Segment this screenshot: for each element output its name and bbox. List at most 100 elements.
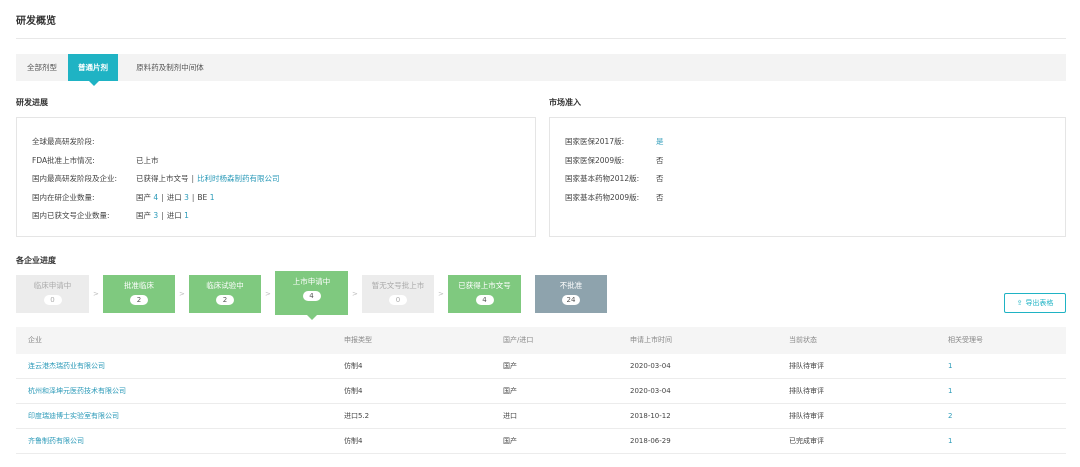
fda-value: 已上市 bbox=[136, 156, 159, 165]
apply-type: 仿制4 bbox=[344, 387, 363, 395]
company-link[interactable]: 连云港杰瑞药业有限公司 bbox=[28, 354, 105, 379]
import-count-link[interactable]: 3 bbox=[184, 193, 189, 202]
table-row: 齐鲁制药有限公司 仿制4 国产 2018-06-29 已完成审评 1 bbox=[16, 429, 1066, 454]
status: 排队待审评 bbox=[789, 362, 824, 370]
active-step-pointer bbox=[307, 315, 317, 320]
step-count-badge: 0 bbox=[43, 295, 62, 305]
company-progress-title: 各企业进度 bbox=[16, 256, 56, 265]
market-value: 否 bbox=[656, 156, 664, 165]
fda-label: FDA批准上市情况: bbox=[32, 156, 95, 165]
domestic-stage-value: 已获得上市文号 bbox=[136, 174, 189, 183]
global-stage-label: 全球最高研发阶段: bbox=[32, 137, 95, 146]
company-link[interactable]: 印度瑞迪博士实验室有限公司 bbox=[28, 404, 119, 429]
step-approval-obtained[interactable]: 已获得上市文号 4 bbox=[448, 275, 521, 313]
step-clinical-application[interactable]: 临床申请中 0 bbox=[16, 275, 89, 313]
market-label: 国家医保2009版: bbox=[565, 156, 625, 165]
step-rejected[interactable]: 不批准 24 bbox=[535, 275, 607, 313]
domestic-label: 国产 bbox=[136, 193, 151, 202]
apply-date: 2018-10-12 bbox=[630, 412, 671, 420]
col-header-company[interactable]: 企业 bbox=[28, 327, 42, 354]
col-header-origin[interactable]: 国产/进口 bbox=[503, 327, 533, 354]
be-label: BE bbox=[197, 193, 208, 202]
tab-api-intermediate[interactable]: 原料药及制剂中间体 bbox=[122, 54, 218, 81]
domestic-count-label: 国内在研企业数量: bbox=[32, 193, 95, 202]
step-label: 临床试验中 bbox=[206, 281, 244, 290]
tab-normal-tablet[interactable]: 普通片剂 bbox=[68, 54, 118, 81]
acceptance-count-link[interactable]: 2 bbox=[948, 404, 952, 429]
fda-row: FDA批准上市情况: 已上市 bbox=[32, 155, 159, 166]
step-label: 已获得上市文号 bbox=[458, 281, 511, 290]
step-arrow-icon: > bbox=[179, 290, 185, 298]
step-count-badge: 2 bbox=[216, 295, 234, 305]
global-stage-row: 全球最高研发阶段: bbox=[32, 136, 95, 147]
domestic-count-link[interactable]: 4 bbox=[153, 193, 158, 202]
step-label: 批准临床 bbox=[124, 281, 154, 290]
acceptance-count-link[interactable]: 1 bbox=[948, 429, 952, 454]
col-header-type[interactable]: 申报类型 bbox=[344, 327, 372, 354]
export-table-button[interactable]: ⇪ 导出表格 bbox=[1004, 293, 1066, 313]
step-clinical-approved[interactable]: 批准临床 2 bbox=[103, 275, 175, 313]
table-row: 印度瑞迪博士实验室有限公司 进口5.2 进口 2018-10-12 排队待审评 … bbox=[16, 404, 1066, 429]
table-header: 企业 申报类型 国产/进口 申请上市时间 当前状态 相关受理号 bbox=[16, 327, 1066, 354]
acceptance-count-link[interactable]: 1 bbox=[948, 354, 952, 379]
domestic-count-row: 国内在研企业数量: 国产 4 | 进口 3 | BE 1 bbox=[32, 192, 214, 203]
step-clinical-trial[interactable]: 临床试验中 2 bbox=[189, 275, 261, 313]
origin: 国产 bbox=[503, 362, 517, 370]
import-label: 进口 bbox=[166, 193, 182, 202]
approved-import-link[interactable]: 1 bbox=[184, 211, 189, 220]
export-icon: ⇪ bbox=[1016, 299, 1023, 307]
col-header-apply-date[interactable]: 申请上市时间 bbox=[630, 327, 672, 354]
be-count-link[interactable]: 1 bbox=[210, 193, 215, 202]
status: 已完成审评 bbox=[789, 437, 824, 445]
origin: 进口 bbox=[503, 412, 517, 420]
apply-date: 2020-03-04 bbox=[630, 387, 671, 395]
market-access-title: 市场准入 bbox=[549, 98, 581, 107]
market-row: 国家基本药物2009版: 否 bbox=[565, 192, 664, 203]
acceptance-count-link[interactable]: 1 bbox=[948, 379, 952, 404]
apply-type: 进口5.2 bbox=[344, 412, 370, 420]
market-label: 国家基本药物2009版: bbox=[565, 193, 640, 202]
separator: | bbox=[161, 211, 164, 220]
company-link[interactable]: 齐鲁制药有限公司 bbox=[28, 429, 84, 454]
apply-date: 2018-06-29 bbox=[630, 437, 671, 445]
rd-progress-panel: 全球最高研发阶段: FDA批准上市情况: 已上市 国内最高研发阶段及企业: 已获… bbox=[16, 117, 536, 237]
domestic-label: 国产 bbox=[136, 211, 151, 220]
step-arrow-icon: > bbox=[352, 290, 358, 298]
apply-type: 仿制4 bbox=[344, 362, 363, 370]
step-count-badge: 0 bbox=[389, 295, 407, 305]
step-label: 不批准 bbox=[559, 281, 583, 290]
step-marketing-application[interactable]: 上市申请中 4 bbox=[275, 271, 348, 315]
step-count-badge: 4 bbox=[475, 295, 494, 305]
market-value: 是 bbox=[656, 137, 664, 146]
status: 排队待审评 bbox=[789, 387, 824, 395]
separator: | bbox=[161, 193, 164, 202]
export-label: 导出表格 bbox=[1025, 299, 1054, 307]
domestic-stage-label: 国内最高研发阶段及企业: bbox=[32, 174, 118, 183]
market-label: 国家基本药物2012版: bbox=[565, 174, 640, 183]
market-row: 国家基本药物2012版: 否 bbox=[565, 173, 664, 184]
col-header-status[interactable]: 当前状态 bbox=[789, 327, 817, 354]
table-row: 杭州和泽坤元医药技术有限公司 仿制4 国产 2020-03-04 排队待审评 1 bbox=[16, 379, 1066, 404]
separator: | bbox=[191, 174, 195, 183]
market-label: 国家医保2017版: bbox=[565, 137, 625, 146]
col-header-acceptance[interactable]: 相关受理号 bbox=[948, 327, 983, 354]
import-label: 进口 bbox=[166, 211, 182, 220]
market-row: 国家医保2009版: 否 bbox=[565, 155, 664, 166]
company-link[interactable]: 比利时杨森制药有限公司 bbox=[197, 174, 280, 183]
domestic-stage-row: 国内最高研发阶段及企业: 已获得上市文号 | 比利时杨森制药有限公司 bbox=[32, 173, 280, 184]
company-link[interactable]: 杭州和泽坤元医药技术有限公司 bbox=[28, 379, 126, 404]
origin: 国产 bbox=[503, 387, 517, 395]
approved-domestic-link[interactable]: 3 bbox=[153, 211, 158, 220]
step-count-badge: 2 bbox=[130, 295, 148, 305]
approved-count-label: 国内已获文号企业数量: bbox=[32, 211, 110, 220]
market-row: 国家医保2017版: 是 bbox=[565, 136, 664, 147]
step-count-badge: 24 bbox=[562, 295, 580, 305]
step-no-approval-number[interactable]: 暂无文号批上市 0 bbox=[362, 275, 434, 313]
apply-date: 2020-03-04 bbox=[630, 362, 671, 370]
tab-all-dosage[interactable]: 全部剂型 bbox=[16, 54, 68, 81]
rd-progress-title: 研发进展 bbox=[16, 98, 48, 107]
market-value: 否 bbox=[656, 174, 664, 183]
title-divider bbox=[16, 38, 1066, 39]
dosage-tabbar: 全部剂型 普通片剂 原料药及制剂中间体 bbox=[16, 54, 1066, 81]
step-arrow-icon: > bbox=[265, 290, 271, 298]
